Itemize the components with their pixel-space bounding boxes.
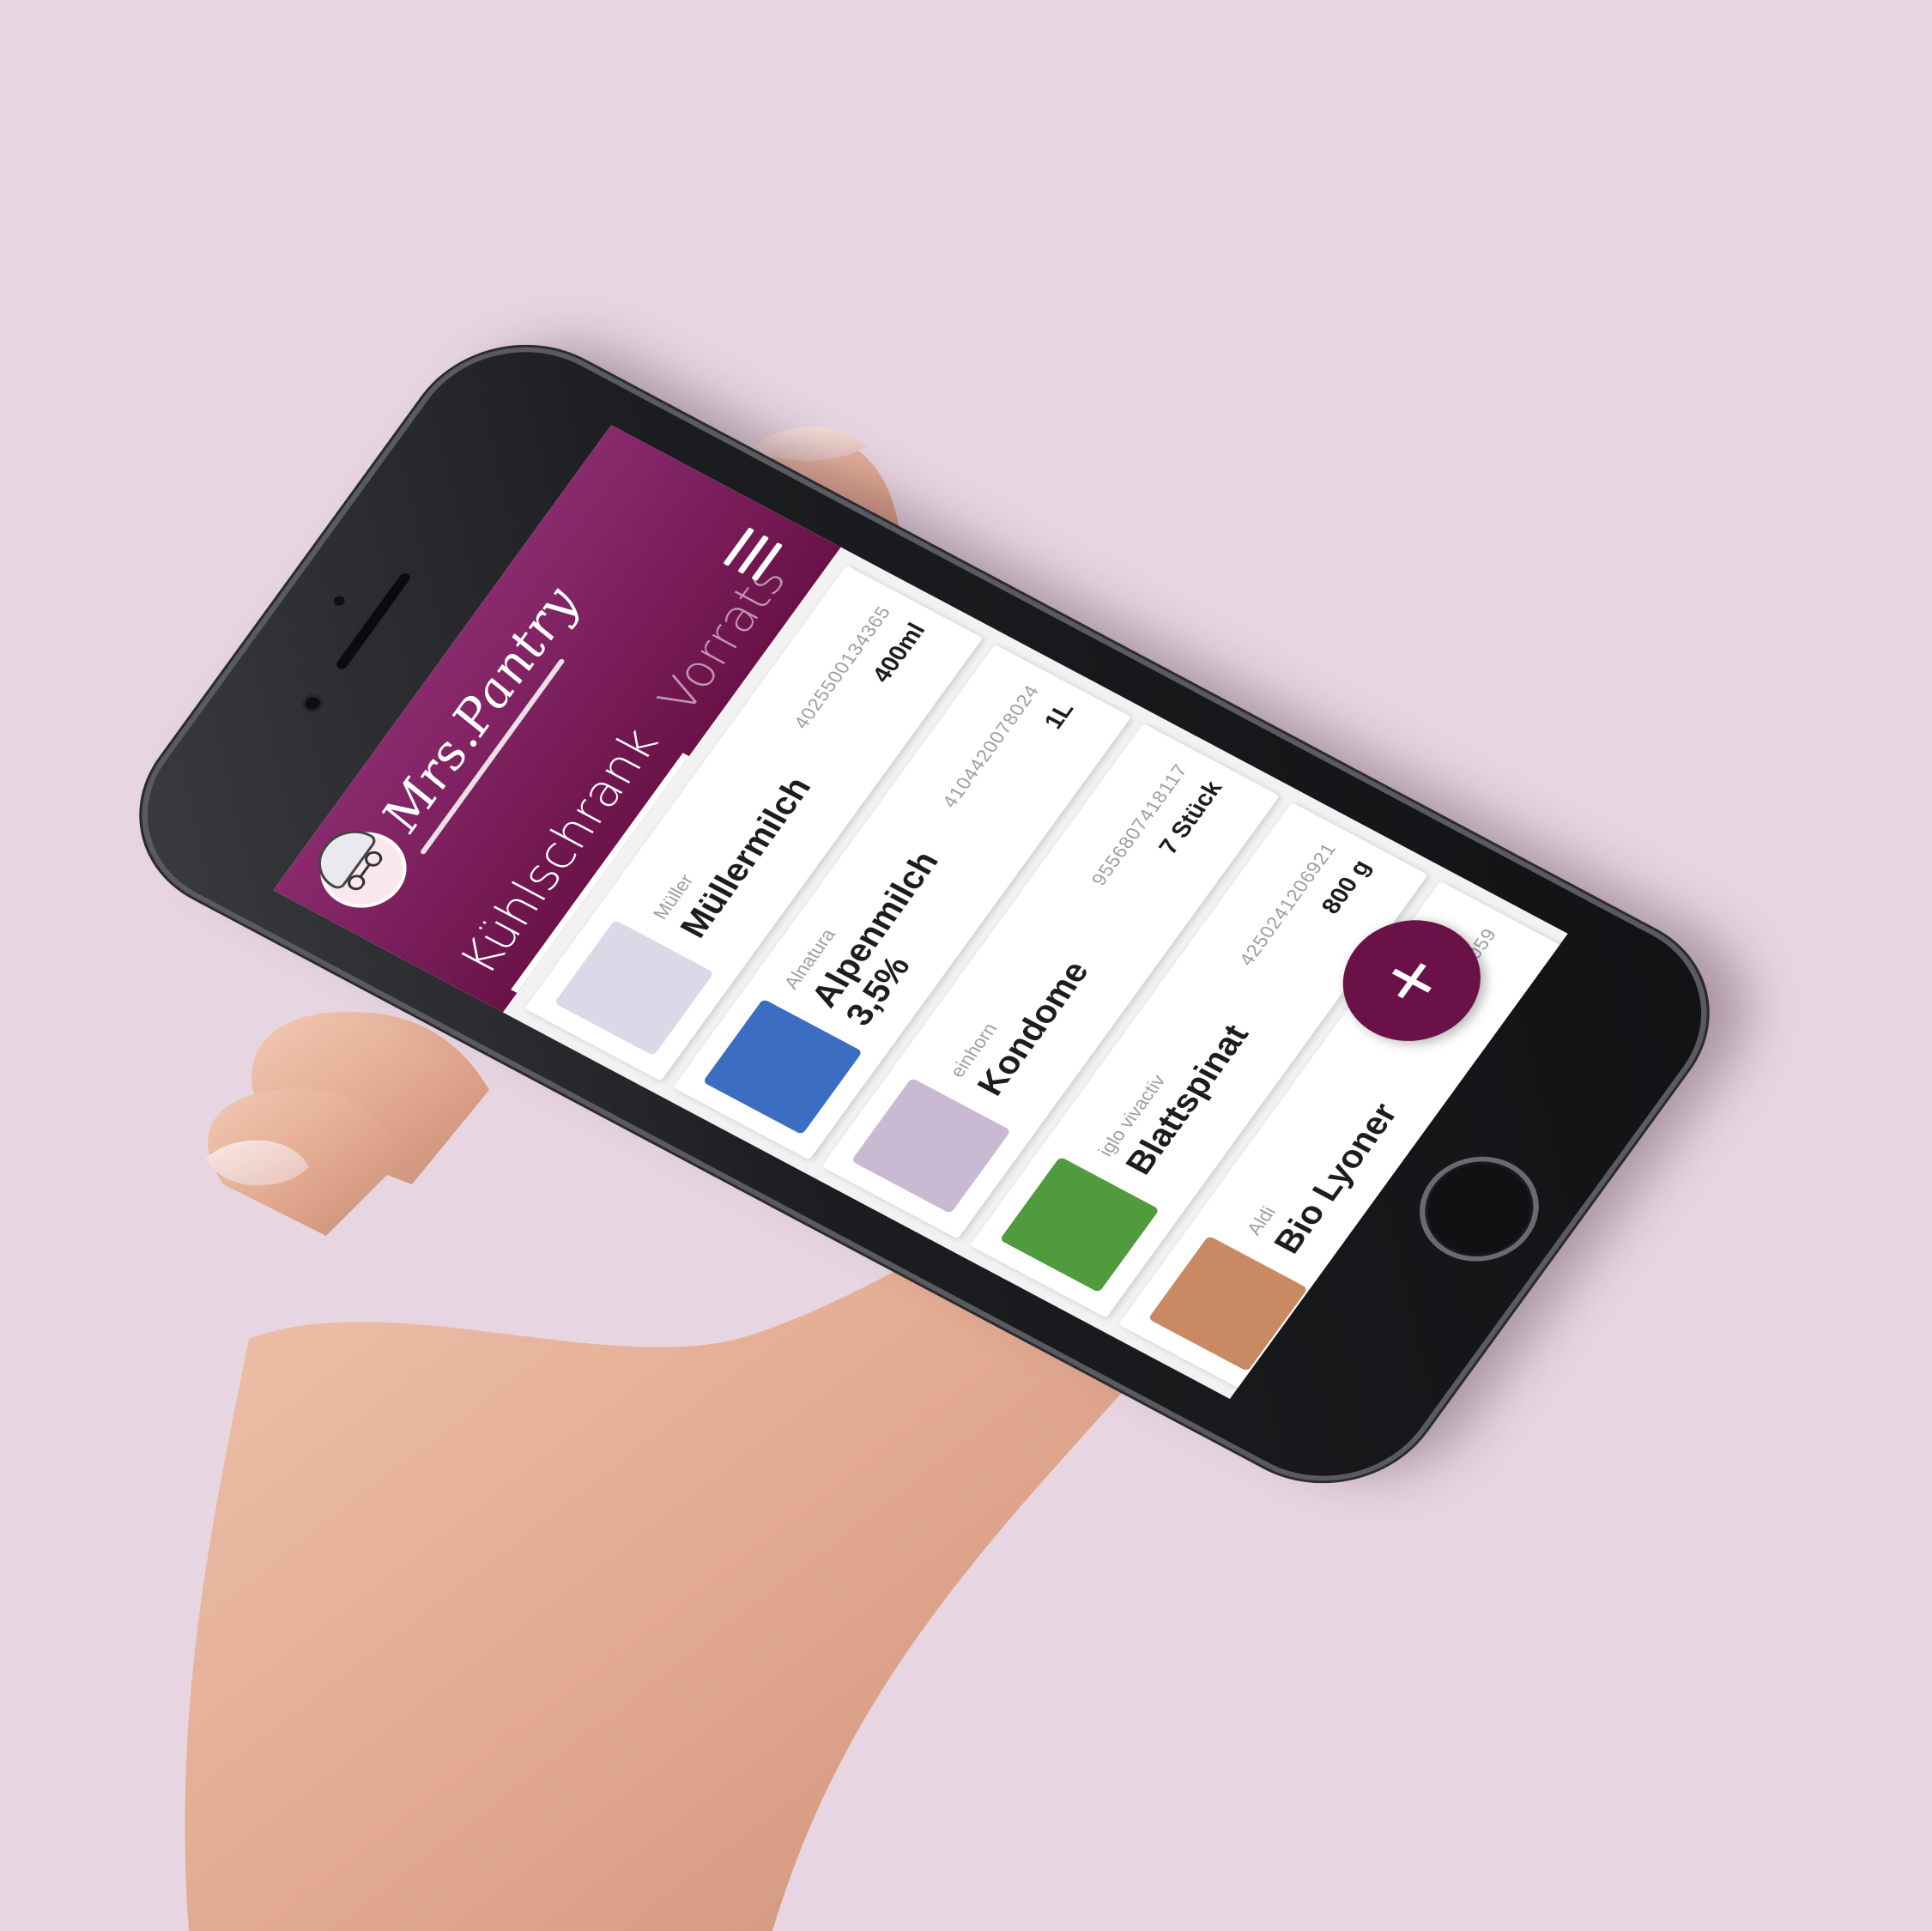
item-quantity: 1L: [1039, 697, 1079, 734]
item-meta: 9556807418117 7 Stück: [1087, 760, 1227, 908]
product-thumbnail: [851, 1077, 1012, 1214]
item-barcode: 4104420078024: [937, 681, 1044, 811]
product-thumbnail: [999, 1156, 1160, 1293]
product-thumbnail: [702, 998, 863, 1135]
home-button[interactable]: [1396, 1137, 1562, 1281]
item-meta: 4025500134365 400ml: [790, 602, 931, 751]
plus-icon: +: [1356, 939, 1467, 1022]
product-thumbnail: [554, 919, 715, 1056]
phone-sensor: [331, 594, 348, 608]
item-meta: 4104420078024 1L: [937, 681, 1079, 830]
grandma-avatar-icon: [303, 818, 423, 922]
item-barcode: 4104420008663: [1543, 1003, 1568, 1134]
item-meta: 4104420008663: [1544, 1003, 1568, 1139]
product-thumbnail: [1148, 1235, 1308, 1372]
front-camera: [298, 691, 327, 716]
product-thumbnail: [1296, 1314, 1457, 1399]
earpiece-speaker: [331, 569, 415, 674]
